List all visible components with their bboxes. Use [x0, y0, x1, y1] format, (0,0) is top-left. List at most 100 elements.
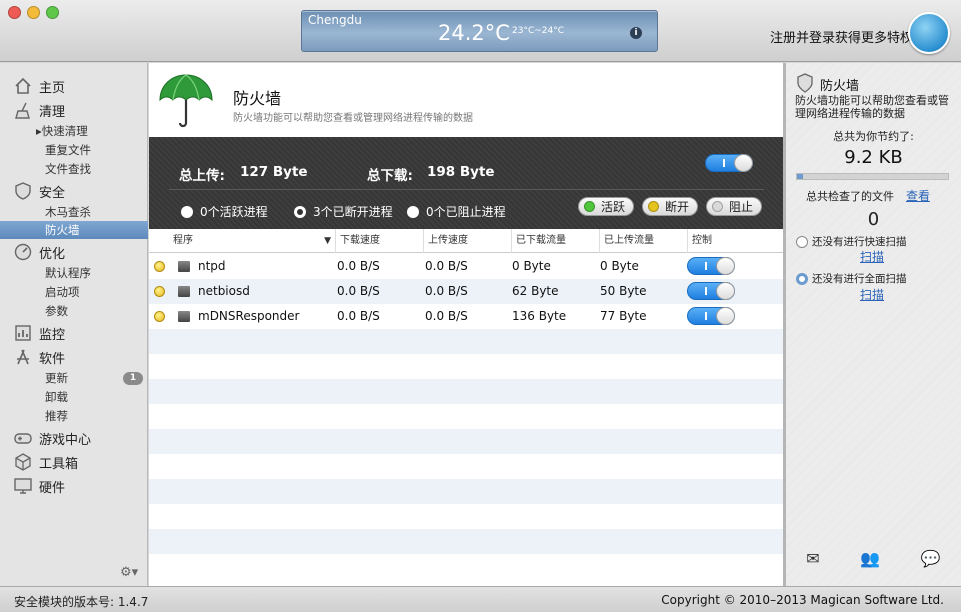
status-dot-icon — [648, 201, 659, 212]
filter-blocked-radio[interactable]: 0个已阻止进程 — [407, 203, 506, 220]
mail-icon[interactable]: ✉ — [806, 549, 819, 571]
monitor-icon — [14, 477, 32, 495]
minimize-window-button[interactable] — [27, 6, 40, 19]
panel-title: 防火墙 — [820, 79, 860, 94]
full-scan-label: 还没有进行全面扫描 — [812, 273, 907, 285]
filter-disconnected-radio[interactable]: 3个已断开进程 — [294, 203, 393, 220]
empty-row — [149, 479, 783, 504]
column-header-download-speed[interactable]: 下载速度 — [335, 229, 423, 253]
chart-icon — [14, 324, 32, 342]
users-icon[interactable]: 👥 — [860, 549, 880, 571]
toggle-knob — [716, 282, 735, 300]
column-header-upload-speed[interactable]: 上传速度 — [423, 229, 511, 253]
firewall-header: 防火墙 防火墙功能可以帮助您查看或管理网络进程传输的数据 — [149, 63, 783, 137]
module-version: 安全模块的版本号: 1.4.7 — [14, 595, 149, 609]
status-dot-icon — [584, 201, 595, 212]
status-dot-icon — [712, 201, 723, 212]
legend-label: 阻止 — [729, 200, 754, 214]
close-window-button[interactable] — [8, 6, 21, 19]
weather-widget[interactable]: Chengdu 24.2°C 23°C~24°C i — [301, 10, 658, 52]
sidebar-item-params[interactable]: 参数 — [45, 302, 68, 320]
sidebar-item-default-apps[interactable]: 默认程序 — [45, 264, 91, 282]
sidebar-item-quick-clean[interactable]: ▸快速清理 — [36, 122, 88, 140]
sidebar-item-optimize[interactable]: 优化 — [14, 241, 65, 263]
clock-icon — [796, 272, 808, 285]
legend-active[interactable]: 活跃 — [578, 197, 635, 216]
page-description: 防火墙功能可以帮助您查看或管理网络进程传输的数据 — [233, 113, 473, 124]
gauge-icon — [14, 243, 32, 261]
empty-row — [149, 429, 783, 454]
copyright: Copyright © 2010–2013 Magican Software L… — [661, 593, 944, 607]
filter-label: 0个活跃进程 — [200, 205, 268, 219]
view-link[interactable]: 查看 — [906, 187, 930, 204]
sidebar-item-update[interactable]: 更新 — [45, 369, 68, 387]
info-icon[interactable]: i — [630, 27, 642, 39]
download-speed: 0.0 B/S — [337, 259, 380, 273]
full-scan-status: 还没有进行全面扫描 — [796, 271, 907, 286]
clock-icon — [796, 235, 808, 248]
firewall-master-toggle[interactable] — [705, 154, 753, 172]
toolbox-icon — [14, 453, 32, 471]
sidebar-item-game-center[interactable]: 游戏中心 — [14, 427, 91, 449]
sidebar-item-file-search[interactable]: 文件查找 — [45, 160, 91, 178]
sidebar-item-label: 工具箱 — [39, 456, 79, 472]
column-header-control: 控制 — [687, 229, 783, 253]
full-scan-link[interactable]: 扫描 — [860, 286, 884, 303]
home-icon — [14, 77, 32, 95]
sidebar-item-clean[interactable]: 清理 — [14, 99, 65, 121]
radio-circle-selected — [294, 205, 306, 218]
saved-label: 总共为你节约了: — [833, 130, 914, 143]
mascot-avatar[interactable] — [908, 12, 950, 54]
sidebar-item-recommend[interactable]: 推荐 — [45, 407, 68, 425]
status-dot-icon — [154, 261, 165, 272]
traffic-summary-panel: 总上传: 127 Byte 总下载: 198 Byte 0个活跃进程 3个已断开… — [149, 137, 783, 229]
settings-gear-icon[interactable]: ⚙▾ — [120, 565, 138, 580]
login-link[interactable]: 注册并登录获得更多特权 — [770, 27, 913, 46]
zoom-window-button[interactable] — [46, 6, 59, 19]
upload-total-label: 总上传: — [179, 168, 225, 184]
column-header-uploaded[interactable]: 已上传流量 — [599, 229, 687, 253]
download-speed: 0.0 B/S — [337, 284, 380, 298]
broom-icon — [14, 101, 32, 119]
table-row[interactable]: mDNSResponder 0.0 B/S 0.0 B/S 136 Byte 7… — [149, 304, 783, 329]
column-header-downloaded[interactable]: 已下载流量 — [511, 229, 599, 253]
sidebar-item-firewall[interactable]: 防火墙 — [0, 221, 148, 239]
downloaded-bytes: 0 Byte — [512, 259, 551, 273]
toggle-bar — [705, 287, 707, 295]
sidebar-item-startup[interactable]: 启动项 — [45, 283, 80, 301]
sidebar-item-security[interactable]: 安全 — [14, 180, 65, 202]
quick-scan-status: 还没有进行快速扫描 — [796, 234, 907, 249]
process-toggle[interactable] — [687, 257, 735, 275]
upload-speed: 0.0 B/S — [425, 284, 468, 298]
legend-blocked[interactable]: 阻止 — [706, 197, 763, 216]
empty-row — [149, 329, 783, 354]
filter-active-radio[interactable]: 0个活跃进程 — [181, 203, 268, 220]
shield-icon — [14, 182, 32, 200]
quick-scan-label: 还没有进行快速扫描 — [812, 236, 907, 248]
table-row[interactable]: netbiosd 0.0 B/S 0.0 B/S 62 Byte 50 Byte — [149, 279, 783, 304]
process-toggle[interactable] — [687, 307, 735, 325]
sidebar-item-monitor[interactable]: 监控 — [14, 322, 65, 344]
table-row[interactable]: ntpd 0.0 B/S 0.0 B/S 0 Byte 0 Byte — [149, 254, 783, 279]
process-toggle[interactable] — [687, 282, 735, 300]
status-bar: 安全模块的版本号: 1.4.7 Copyright © 2010–2013 Ma… — [0, 586, 961, 612]
legend-disconnected[interactable]: 断开 — [642, 197, 699, 216]
sidebar-item-label: 硬件 — [39, 480, 66, 496]
sidebar-item-software[interactable]: 软件 — [14, 346, 65, 368]
gamepad-icon — [14, 429, 32, 447]
sidebar-item-hardware[interactable]: 硬件 — [14, 475, 65, 497]
sidebar-item-duplicate-files[interactable]: 重复文件 — [45, 141, 91, 159]
sidebar-item-toolbox[interactable]: 工具箱 — [14, 451, 78, 473]
divider — [169, 189, 764, 190]
downloaded-bytes: 62 Byte — [512, 284, 559, 298]
sidebar-item-home[interactable]: 主页 — [14, 75, 65, 97]
quick-scan-link[interactable]: 扫描 — [860, 248, 884, 265]
process-icon — [178, 261, 190, 272]
column-header-program[interactable]: 程序 ▼ — [169, 229, 335, 253]
chat-icon[interactable]: 💬 — [921, 549, 941, 571]
sidebar-item-trojan-scan[interactable]: 木马查杀 — [45, 203, 91, 221]
sidebar-item-label: 游戏中心 — [39, 432, 92, 448]
sidebar-item-uninstall[interactable]: 卸载 — [45, 388, 68, 406]
weather-range: 23°C~24°C — [512, 26, 565, 36]
checked-files-label: 总共检查了的文件 — [806, 190, 894, 203]
